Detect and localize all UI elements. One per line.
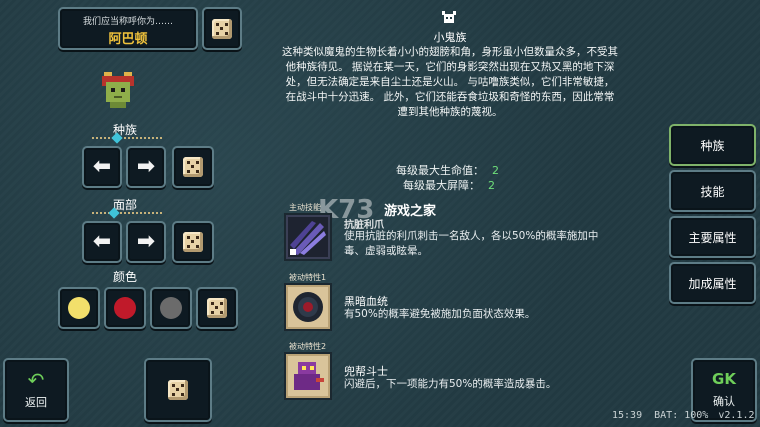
arrow-left-icon: ⬅ — [92, 154, 112, 179]
tab-label: 加成属性 — [688, 276, 737, 291]
color-swatch-red[interactable] — [104, 287, 146, 329]
color-dot — [68, 297, 90, 319]
character-portrait — [102, 72, 134, 108]
ability-icon-claw[interactable] — [284, 213, 332, 261]
back-arrow-icon: ↶ — [27, 368, 45, 392]
imp-fighter-icon — [294, 362, 324, 390]
tab-label: 种族 — [700, 138, 725, 153]
character-name: 阿巴顿 — [108, 32, 148, 47]
name-prompt: 我们应当称呼你为…… — [82, 17, 173, 27]
dark-orb-icon — [293, 292, 323, 322]
color-dot — [160, 297, 182, 319]
ability-icon-imp-fighter[interactable] — [284, 352, 332, 400]
dice-icon — [212, 18, 232, 39]
face-prev-button[interactable]: ⬅ — [82, 221, 122, 263]
face-random-button[interactable] — [172, 221, 214, 263]
tab-main-attributes[interactable]: 主要属性 — [669, 216, 756, 258]
claw-icon — [290, 221, 326, 255]
ability-icon-dark-orb[interactable] — [284, 283, 332, 331]
back-label: 返回 — [25, 396, 47, 409]
race-description-line: 这种类似魔鬼的生物长着小小的翅膀和角，身形虽小但数量众多，不受其 — [282, 46, 618, 58]
color-dot — [114, 297, 136, 319]
stat-max-hp: 每级最大生命值： 2 — [396, 162, 499, 178]
arrow-left-icon: ⬅ — [92, 229, 112, 254]
stat-value: 2 — [492, 164, 499, 177]
race-description-line: 他种族待见。 据说在某一天，它们的身影突然出现在又热又黑的地下深 — [285, 61, 615, 73]
tab-bonus-attributes[interactable]: 加成属性 — [669, 262, 756, 304]
stat-label: 每级最大生命值： — [396, 164, 484, 177]
ability-tag: 主动技能 — [289, 203, 321, 212]
race-label: 种族 — [112, 123, 137, 137]
face-label: 面部 — [112, 198, 137, 212]
dice-icon — [183, 232, 203, 252]
dice-icon — [207, 298, 227, 318]
race-description-line: 遭到其他种族的蔑视。 — [397, 106, 503, 118]
race-description-line: 在战斗中十分迅速。 此外，它们还能吞食垃圾和奇怪的东西，因此常常 — [285, 91, 615, 103]
ability-tag: 被动特性2 — [289, 342, 327, 351]
race-next-button[interactable]: ➡ — [126, 146, 166, 188]
tab-label: 技能 — [700, 184, 725, 199]
stat-value: 2 — [488, 179, 495, 192]
tab-skills[interactable]: 技能 — [669, 170, 756, 212]
dice-icon — [183, 157, 203, 177]
name-panel[interactable]: 我们应当称呼你为…… 阿巴顿 — [58, 7, 198, 50]
ability-desc-line: 毒、虚弱或眩晕。 — [344, 245, 428, 257]
ability-desc-line: 有50%的概率避免被施加负面状态效果。 — [344, 308, 536, 320]
arrow-right-icon: ➡ — [136, 154, 156, 179]
race-random-button[interactable] — [172, 146, 214, 188]
race-prev-button[interactable]: ⬅ — [82, 146, 122, 188]
arrow-right-icon: ➡ — [136, 229, 156, 254]
race-slider-track — [92, 137, 162, 139]
watermark-title: 游戏之家 — [384, 204, 437, 219]
randomize-name-button[interactable] — [202, 7, 242, 50]
face-next-button[interactable]: ➡ — [126, 221, 166, 263]
confirm-mark-icon: GK — [712, 369, 736, 388]
imp-race-icon — [442, 11, 456, 23]
race-description-line: 处，但无法确定是来自尘土还是火山。 与咕噜族类似，它们非常敏捷， — [285, 76, 615, 88]
color-label: 颜色 — [112, 270, 137, 284]
battery-status: BAT: 100% — [654, 410, 709, 421]
color-random-button[interactable] — [196, 287, 238, 329]
stat-max-barrier: 每级最大屏障： 2 — [403, 177, 495, 193]
ability-desc-line: 使用抗脏的利爪刺击一名敌人，各以50%的概率施加中 — [344, 230, 599, 242]
race-title: 小鬼族 — [433, 31, 467, 44]
stat-label: 每级最大屏障： — [403, 179, 480, 192]
color-swatch-yellow[interactable] — [58, 287, 100, 329]
tab-label: 主要属性 — [688, 230, 737, 245]
color-swatch-gray[interactable] — [150, 287, 192, 329]
tab-race[interactable]: 种族 — [669, 124, 756, 166]
clock: 15:39 — [612, 410, 643, 421]
ability-desc-line: 闪避后，下一项能力有50%的概率造成暴击。 — [344, 378, 557, 390]
ability-tag: 被动特性1 — [289, 273, 327, 282]
status-bar: 15:39 BAT: 100% v2.1.2 — [612, 410, 754, 421]
face-slider-track — [92, 212, 162, 214]
random-all-button[interactable] — [144, 358, 212, 422]
version: v2.1.2 — [718, 410, 755, 421]
back-button[interactable]: ↶ 返回 — [3, 358, 69, 422]
dice-icon — [168, 380, 188, 400]
confirm-label: 确认 — [713, 394, 735, 408]
